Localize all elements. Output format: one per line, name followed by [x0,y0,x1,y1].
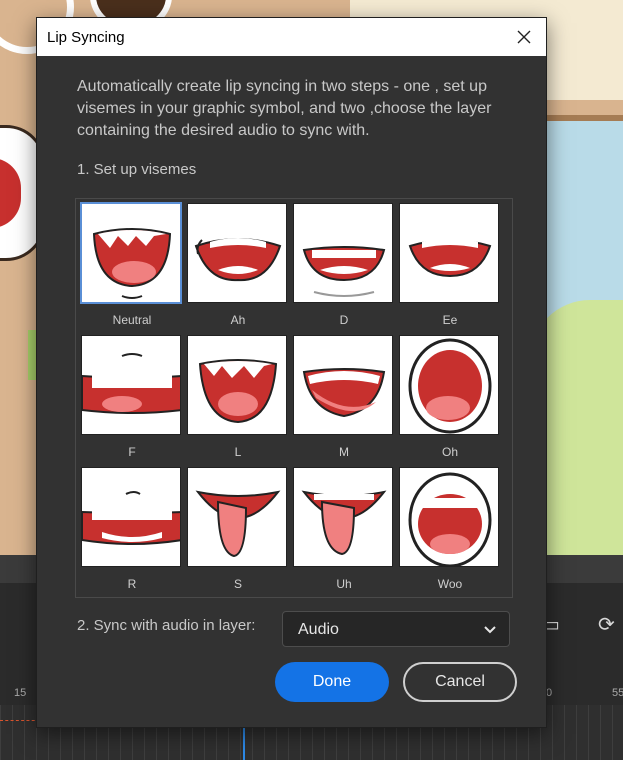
viseme-grid: Neutral Ah D Ee F L M Oh R S Uh Woo [75,198,513,598]
viseme-label: L [234,445,242,459]
viseme-thumbnail[interactable] [187,467,287,567]
viseme-thumbnail[interactable] [399,467,499,567]
mouth-m-icon [302,368,386,418]
viseme-r[interactable]: R [81,467,183,591]
mouth-s-icon [195,490,281,558]
ruler-label: 15 [14,687,27,699]
mouth-ee-icon [408,238,492,278]
viseme-label: Ee [442,313,458,327]
viseme-thumbnail[interactable] [187,203,287,303]
dialog-intro-text: Automatically create lip syncing in two … [77,78,492,139]
viseme-thumbnail[interactable] [399,203,499,303]
mouth-l-icon [198,359,278,424]
timeline-marker [0,720,40,721]
mouth-d-icon [302,246,386,297]
dialog-titlebar[interactable]: Lip Syncing [37,18,546,56]
mouth-f-icon [82,353,180,414]
viseme-thumbnail[interactable] [293,335,393,435]
chevron-down-icon [484,626,496,634]
viseme-label: F [128,445,136,459]
viseme-thumbnail[interactable] [399,335,499,435]
viseme-d[interactable]: D [293,203,395,327]
dialog-title: Lip Syncing [47,29,125,46]
viseme-f[interactable]: F [81,335,183,459]
viseme-label: Woo [437,577,463,591]
viseme-uh[interactable]: Uh [293,467,395,591]
close-button[interactable] [502,18,546,56]
viseme-thumbnail[interactable] [80,202,182,304]
mouth-woo-icon [408,472,492,566]
viseme-label: M [339,445,349,459]
viseme-neutral[interactable]: Neutral [80,202,183,327]
close-icon [517,30,531,44]
viseme-label: D [339,313,349,327]
viseme-l[interactable]: L [187,335,289,459]
viseme-thumbnail[interactable] [293,203,393,303]
viseme-thumbnail[interactable] [81,467,181,567]
viseme-ah[interactable]: Ah [187,203,289,327]
viseme-thumbnail[interactable] [81,335,181,435]
lip-syncing-dialog: Lip Syncing Automatically create lip syn… [36,17,547,728]
viseme-thumbnail[interactable] [293,467,393,567]
viseme-label: Neutral [112,313,152,327]
mouth-r-icon [82,491,180,545]
mouth-uh-icon [301,490,387,556]
viseme-oh[interactable]: Oh [399,335,501,459]
cancel-button[interactable]: Cancel [403,662,517,702]
viseme-woo[interactable]: Woo [399,467,501,591]
viseme-label: Oh [441,445,458,459]
viseme-label: R [127,577,137,591]
timeline-loop-icon[interactable]: ⟳ [598,612,615,637]
mouth-ah-icon [194,238,282,282]
viseme-ee[interactable]: Ee [399,203,501,327]
viseme-thumbnail[interactable] [187,335,287,435]
ruler-label: 55 [612,687,623,699]
step2-label: 2. Sync with audio in layer: [77,617,256,634]
mouth-neutral-icon [92,228,172,299]
step1-label: 1. Set up visemes [77,161,197,178]
viseme-label: S [233,577,242,591]
viseme-m[interactable]: M [293,335,395,459]
mouth-oh-icon [408,338,492,434]
viseme-label: Ah [230,313,246,327]
done-button[interactable]: Done [275,662,389,702]
viseme-label: Uh [336,577,352,591]
audio-layer-value: Audio [298,621,339,638]
audio-layer-select[interactable]: Audio [282,611,510,647]
viseme-s[interactable]: S [187,467,289,591]
